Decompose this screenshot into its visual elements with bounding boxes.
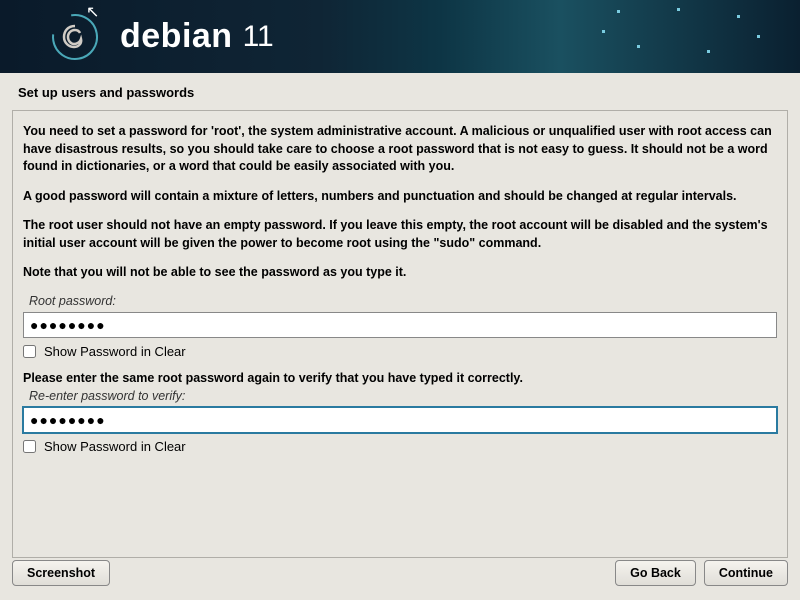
instruction-p3: The root user should not have an empty p… <box>23 217 777 252</box>
show-password-label-2[interactable]: Show Password in Clear <box>44 439 186 454</box>
continue-button[interactable]: Continue <box>704 560 788 586</box>
go-back-button[interactable]: Go Back <box>615 560 696 586</box>
show-password-label-1[interactable]: Show Password in Clear <box>44 344 186 359</box>
show-password-checkbox-1[interactable] <box>23 345 36 358</box>
content-panel: You need to set a password for 'root', t… <box>12 110 788 558</box>
page-title: Set up users and passwords <box>0 73 800 110</box>
debian-swirl-icon <box>50 12 100 62</box>
root-password-input[interactable] <box>23 312 777 338</box>
footer-bar: Screenshot Go Back Continue <box>0 548 800 600</box>
verify-instruction: Please enter the same root password agai… <box>23 371 777 385</box>
instruction-p1: You need to set a password for 'root', t… <box>23 123 777 176</box>
verify-password-input[interactable] <box>23 407 777 433</box>
brand-version: 11 <box>243 20 274 54</box>
show-password-checkbox-2[interactable] <box>23 440 36 453</box>
verify-password-label: Re-enter password to verify: <box>29 389 777 403</box>
instruction-p4: Note that you will not be able to see th… <box>23 264 777 282</box>
instruction-p2: A good password will contain a mixture o… <box>23 188 777 206</box>
installer-header: debian 11 <box>0 0 800 73</box>
brand-name: debian <box>120 17 233 56</box>
root-password-label: Root password: <box>29 294 777 308</box>
screenshot-button[interactable]: Screenshot <box>12 560 110 586</box>
header-decoration <box>450 0 800 73</box>
